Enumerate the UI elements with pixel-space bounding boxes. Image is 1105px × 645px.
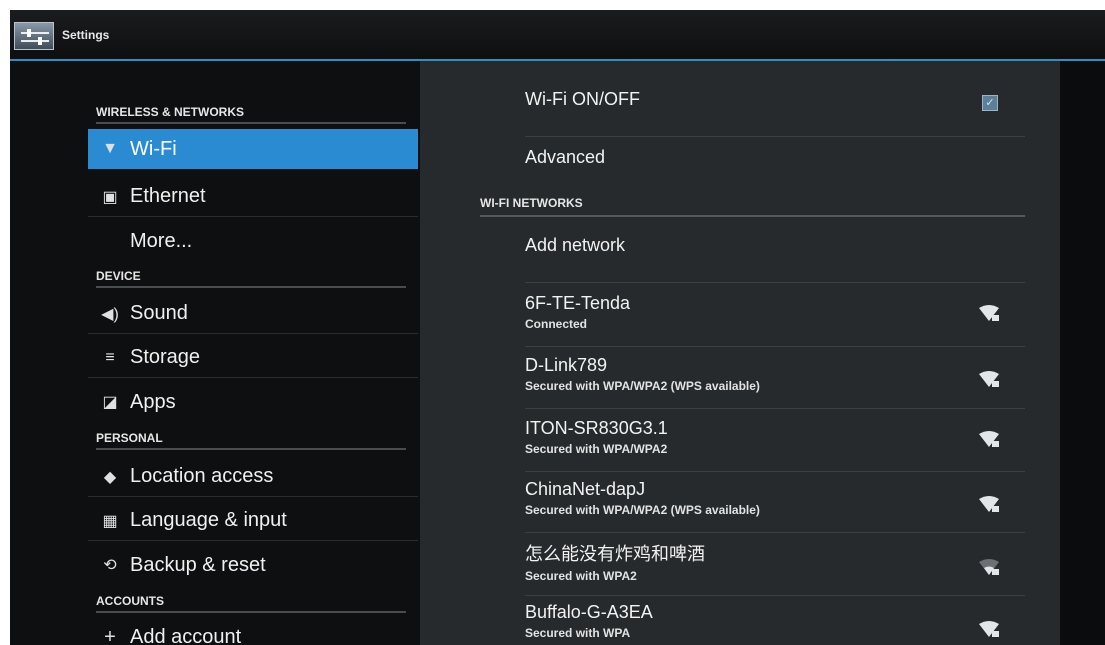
ethernet-icon: ▣ xyxy=(102,188,118,206)
wifi-signal-weak-locked-icon xyxy=(979,559,999,575)
wifi-signal-locked-icon xyxy=(979,431,999,447)
network-row[interactable]: 6F-TE-Tenda Connected xyxy=(525,293,1025,347)
advanced-row[interactable]: Advanced xyxy=(525,147,1025,187)
sidebar-item-apps[interactable]: ◪ Apps xyxy=(88,382,418,422)
sidebar-item-label: Storage xyxy=(130,346,201,368)
network-ssid: 怎么能没有炸鸡和啤酒 xyxy=(525,544,705,564)
sidebar-item-label: Wi-Fi xyxy=(130,137,177,160)
keyboard-icon: ▦ xyxy=(102,512,118,530)
network-ssid: 6F-TE-Tenda xyxy=(525,293,631,313)
screen-edge xyxy=(1060,61,1105,645)
network-status: Secured with WPA/WPA2 (WPS available) xyxy=(525,503,760,517)
network-row[interactable]: 怎么能没有炸鸡和啤酒 Secured with WPA2 xyxy=(525,540,1025,596)
sidebar-item-sound[interactable]: ◀) Sound xyxy=(88,294,418,334)
wifi-networks-header: WI-FI NETWORKS xyxy=(480,196,1025,217)
sidebar-item-label: Ethernet xyxy=(130,185,206,207)
sidebar-item-storage[interactable]: ≡ Storage xyxy=(88,338,418,378)
network-ssid: D-Link789 xyxy=(525,355,608,375)
location-icon: ◆ xyxy=(103,468,117,486)
sidebar-item-add-account[interactable]: + Add account xyxy=(88,617,418,645)
app-title: Settings xyxy=(62,28,110,42)
sidebar-item-label: Sound xyxy=(130,302,188,324)
sliders-icon xyxy=(21,29,49,45)
storage-icon: ≡ xyxy=(105,348,115,366)
section-header-device: DEVICE xyxy=(96,269,406,288)
sidebar-item-label: Backup & reset xyxy=(130,553,266,576)
apps-icon: ◪ xyxy=(102,394,118,411)
backup-icon: ⟲ xyxy=(103,557,117,574)
sidebar-item-wifi[interactable]: ▼ Wi-Fi xyxy=(88,129,418,169)
action-bar: Settings xyxy=(10,10,1105,61)
wifi-signal-locked-icon xyxy=(979,371,999,387)
wifi-signal-locked-icon xyxy=(979,305,999,321)
section-header-wireless: WIRELESS & NETWORKS xyxy=(96,105,406,124)
speaker-icon: ◀) xyxy=(101,305,119,323)
network-status: Secured with WPA/WPA2 xyxy=(525,442,668,456)
add-network-row[interactable]: Add network xyxy=(525,235,1025,283)
network-row[interactable]: D-Link789 Secured with WPA/WPA2 (WPS ava… xyxy=(525,355,1025,409)
sidebar-item-language[interactable]: ▦ Language & input xyxy=(88,501,418,541)
network-status: Connected xyxy=(525,317,588,331)
sidebar-item-location[interactable]: ◆ Location access xyxy=(88,457,418,497)
network-ssid: Buffalo-G-A3EA xyxy=(525,602,653,622)
sidebar-item-label: Apps xyxy=(130,390,176,413)
wifi-signal-locked-icon xyxy=(979,621,999,637)
network-row[interactable]: ITON-SR830G3.1 Secured with WPA/WPA2 xyxy=(525,418,1025,472)
settings-screen: Settings WIRELESS & NETWORKS ▼ Wi-Fi ▣ E… xyxy=(10,10,1105,645)
advanced-label: Advanced xyxy=(525,147,606,167)
network-row[interactable]: Buffalo-G-A3EA Secured with WPA xyxy=(525,602,1025,645)
sidebar-item-more[interactable]: More... xyxy=(88,221,418,261)
settings-app-icon[interactable] xyxy=(14,22,54,50)
wifi-toggle-label: Wi-Fi ON/OFF xyxy=(525,89,640,109)
settings-category-list[interactable]: WIRELESS & NETWORKS ▼ Wi-Fi ▣ Ethernet M… xyxy=(88,61,418,645)
network-row[interactable]: ChinaNet-dapJ Secured with WPA/WPA2 (WPS… xyxy=(525,479,1025,533)
network-ssid: ChinaNet-dapJ xyxy=(525,479,646,499)
network-status: Secured with WPA2 xyxy=(525,569,637,583)
wifi-toggle-checkbox[interactable]: ✓ xyxy=(982,95,998,111)
wifi-icon: ▼ xyxy=(102,140,118,157)
sidebar-item-backup[interactable]: ⟲ Backup & reset xyxy=(88,545,418,585)
add-network-label: Add network xyxy=(525,235,626,255)
sidebar-item-ethernet[interactable]: ▣ Ethernet xyxy=(88,177,418,217)
network-ssid: ITON-SR830G3.1 xyxy=(525,418,668,438)
section-header-accounts: ACCOUNTS xyxy=(96,594,406,613)
section-header-personal: PERSONAL xyxy=(96,431,406,450)
sidebar-item-label: Add account xyxy=(130,625,242,645)
wifi-signal-locked-icon xyxy=(979,496,999,512)
wifi-detail-pane: Wi-Fi ON/OFF ✓ Advanced WI-FI NETWORKS A… xyxy=(420,61,1060,645)
network-status: Secured with WPA/WPA2 (WPS available) xyxy=(525,379,760,393)
wifi-toggle-row[interactable]: Wi-Fi ON/OFF xyxy=(525,89,1025,137)
sidebar-item-label: Location access xyxy=(130,465,274,487)
sidebar-item-label: Language & input xyxy=(130,509,287,531)
plus-icon: + xyxy=(104,625,116,645)
network-status: Secured with WPA xyxy=(525,626,631,640)
sidebar-item-label: More... xyxy=(130,229,193,252)
